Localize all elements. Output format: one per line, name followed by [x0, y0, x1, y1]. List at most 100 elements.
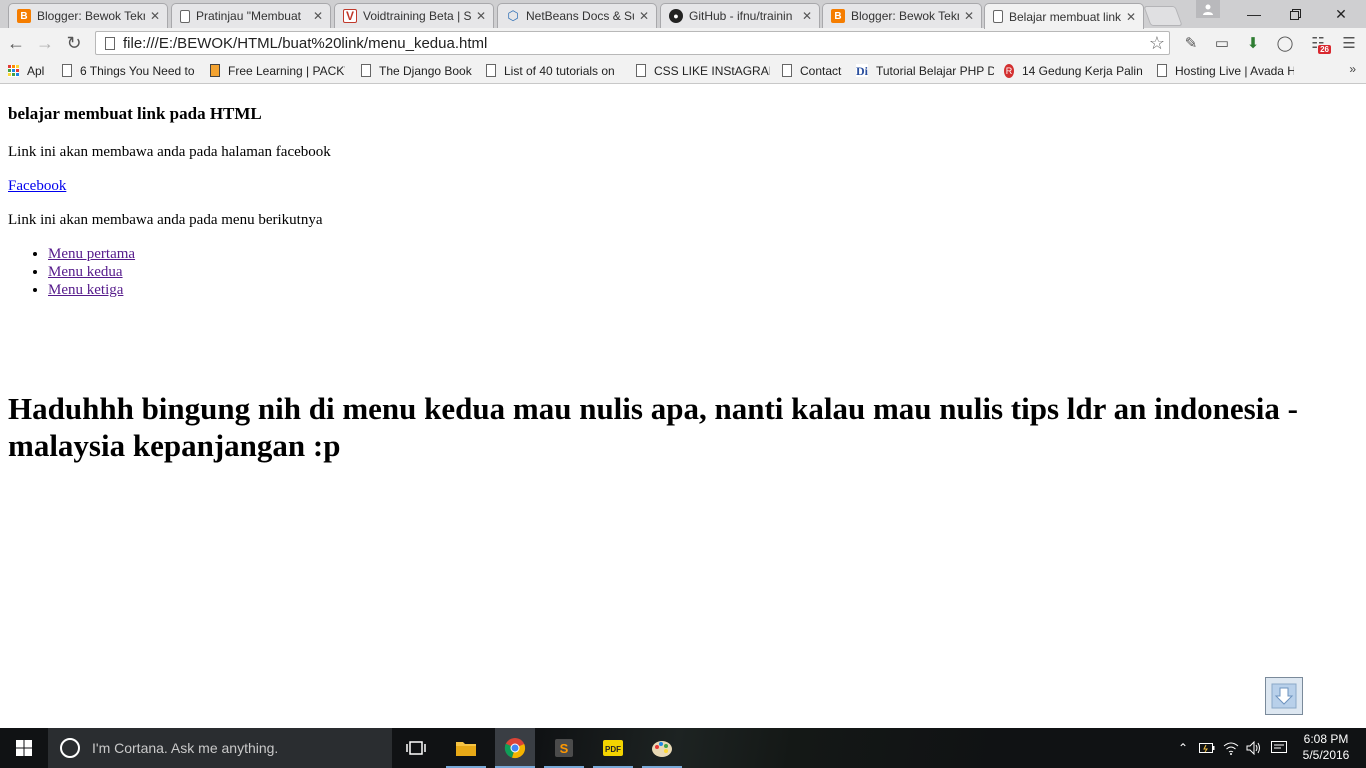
bookmark-css-instagram[interactable]: CSS LIKE INStAGRAM — [636, 62, 770, 79]
minimize-button[interactable]: — — [1231, 0, 1277, 28]
close-icon[interactable]: ✕ — [801, 9, 813, 23]
menu-kedua-link[interactable]: Menu kedua — [48, 264, 123, 280]
reload-button[interactable]: ↻ — [62, 31, 86, 55]
tab-active-belajar[interactable]: Belajar membuat link ✕ — [984, 3, 1144, 29]
restore-button[interactable] — [1272, 0, 1318, 28]
taskbar-paint[interactable] — [642, 728, 682, 768]
address-bar[interactable]: file:///E:/BEWOK/HTML/buat%20link/menu_k… — [95, 31, 1170, 55]
minimize-icon: — — [1247, 6, 1261, 22]
tab-netbeans[interactable]: ⬡ NetBeans Docs & Su ✕ — [497, 3, 657, 28]
close-icon[interactable]: ✕ — [1125, 10, 1137, 24]
di-icon: Di — [856, 64, 868, 78]
bookmark-label: CSS LIKE INStAGRAM — [654, 63, 770, 78]
bookmark-label: Free Learning | PACKT — [228, 63, 345, 78]
task-view-button[interactable] — [396, 728, 436, 768]
extension-download[interactable]: ⬇ — [1242, 33, 1264, 53]
cortana-search-box[interactable]: I'm Cortana. Ask me anything. — [48, 728, 392, 768]
arrow-down-icon — [1271, 683, 1297, 709]
red-circle-icon: R — [1004, 63, 1014, 78]
facebook-link[interactable]: Facebook — [8, 178, 66, 194]
bookmark-apps[interactable]: Apl — [8, 62, 50, 79]
bookmark-contact[interactable]: Contact — [782, 62, 846, 79]
close-icon[interactable]: ✕ — [149, 9, 161, 23]
scroll-down-button[interactable] — [1265, 677, 1303, 715]
taskbar-clock[interactable]: 6:08 PM 5/5/2016 — [1296, 731, 1356, 763]
tab-voidtraining[interactable]: V Voidtraining Beta | S ✕ — [334, 3, 494, 28]
volume-icon — [1246, 741, 1260, 755]
arrow-right-icon: → — [36, 32, 54, 53]
star-icon[interactable]: ☆ — [1145, 33, 1169, 54]
bookmark-6-things[interactable]: 6 Things You Need to — [62, 62, 196, 79]
bookmarks-overflow-button[interactable]: » — [1349, 62, 1356, 76]
bookmark-label: Contact — [800, 63, 842, 78]
back-button[interactable]: ← — [4, 31, 28, 55]
close-icon[interactable]: ✕ — [475, 9, 487, 23]
bookmark-label: 6 Things You Need to — [80, 63, 195, 78]
hamburger-menu-icon: ☰ — [1342, 35, 1356, 52]
svg-text:S: S — [560, 741, 569, 756]
menu-list: Menu pertama Menu kedua Menu ketiga — [0, 245, 135, 299]
chrome-icon — [504, 738, 526, 759]
start-button[interactable] — [0, 728, 48, 768]
tab-title: NetBeans Docs & Su — [526, 9, 634, 23]
taskbar-sublime[interactable]: S — [544, 728, 584, 768]
bookmark-label: 14 Gedung Kerja Palin — [1022, 63, 1143, 78]
cast-icon: ▭ — [1214, 35, 1230, 52]
packt-icon — [210, 64, 220, 77]
close-icon[interactable]: ✕ — [638, 9, 650, 23]
battery-icon — [1199, 743, 1215, 753]
tray-power[interactable] — [1197, 728, 1217, 768]
url-text[interactable]: file:///E:/BEWOK/HTML/buat%20link/menu_k… — [123, 35, 1145, 52]
menu-pertama-link[interactable]: Menu pertama — [48, 246, 135, 262]
taskbar-chrome[interactable] — [495, 728, 535, 768]
forward-button[interactable]: → — [33, 31, 57, 55]
bookmark-label: List of 40 tutorials on — [504, 63, 615, 78]
menu-ketiga-link[interactable]: Menu ketiga — [48, 282, 123, 298]
page-content: belajar membuat link pada HTML Link ini … — [0, 84, 1366, 728]
user-icon — [1203, 4, 1213, 15]
tab-blogger-1[interactable]: B Blogger: Bewok Tekn ✕ — [8, 3, 168, 28]
browser-toolbar: ← → ↻ file:///E:/BEWOK/HTML/buat%20link/… — [0, 28, 1366, 58]
bookmark-40-tutorials[interactable]: List of 40 tutorials on — [486, 62, 620, 79]
extension-opera[interactable]: ◯ — [1274, 33, 1296, 53]
tray-overflow-button[interactable]: ⌃ — [1174, 728, 1192, 768]
notification-icon — [1271, 741, 1287, 753]
tab-title: Blogger: Bewok Tekn — [37, 9, 145, 23]
tab-blogger-2[interactable]: B Blogger: Bewok Tekn ✕ — [822, 3, 982, 28]
list-item: Menu pertama — [48, 245, 135, 263]
bookmark-label: Tutorial Belajar PHP D — [876, 63, 994, 78]
list-item: Menu ketiga — [48, 281, 135, 299]
page-icon — [180, 9, 190, 23]
eyedropper-icon: ✎ — [1184, 35, 1198, 52]
close-icon[interactable]: ✕ — [963, 9, 975, 23]
tab-pratinjau[interactable]: Pratinjau "Membuat ✕ — [171, 3, 331, 28]
bookmark-tutorial-php[interactable]: Di Tutorial Belajar PHP D — [856, 62, 994, 79]
blogger-icon: B — [831, 9, 845, 23]
cortana-icon — [60, 738, 80, 758]
tab-title: GitHub - ifnu/trainin — [689, 9, 793, 23]
taskbar-pdf[interactable]: PDF — [593, 728, 633, 768]
close-window-button[interactable]: ✕ — [1318, 0, 1364, 28]
bookmark-hosting-live[interactable]: Hosting Live | Avada H — [1157, 62, 1294, 79]
new-tab-button[interactable] — [1143, 6, 1183, 26]
bookmark-packt[interactable]: Free Learning | PACKT — [210, 62, 345, 79]
tab-title: Blogger: Bewok Tekn — [851, 9, 959, 23]
restore-icon — [1289, 8, 1301, 20]
tray-volume[interactable] — [1244, 728, 1264, 768]
extension-cast[interactable]: ▭ — [1211, 33, 1233, 53]
github-icon: ● — [669, 9, 683, 23]
bookmark-gedung-kerja[interactable]: R 14 Gedung Kerja Palin — [1004, 62, 1143, 79]
tab-strip: B Blogger: Bewok Tekn ✕ Pratinjau "Membu… — [0, 0, 1366, 29]
page-icon — [993, 10, 1003, 23]
profile-button[interactable] — [1196, 0, 1220, 18]
taskbar-file-explorer[interactable] — [446, 728, 486, 768]
extension-calendar[interactable]: ☷ 26 — [1307, 33, 1331, 54]
menu-button[interactable]: ☰ — [1338, 33, 1360, 53]
close-icon[interactable]: ✕ — [312, 9, 324, 23]
tray-action-center[interactable] — [1268, 728, 1290, 768]
tab-title: Voidtraining Beta | S — [363, 9, 471, 23]
tab-github[interactable]: ● GitHub - ifnu/trainin ✕ — [660, 3, 820, 28]
bookmark-django[interactable]: The Django Book — [361, 62, 473, 79]
tray-network[interactable] — [1221, 728, 1241, 768]
extension-eyedropper[interactable]: ✎ — [1180, 33, 1202, 53]
